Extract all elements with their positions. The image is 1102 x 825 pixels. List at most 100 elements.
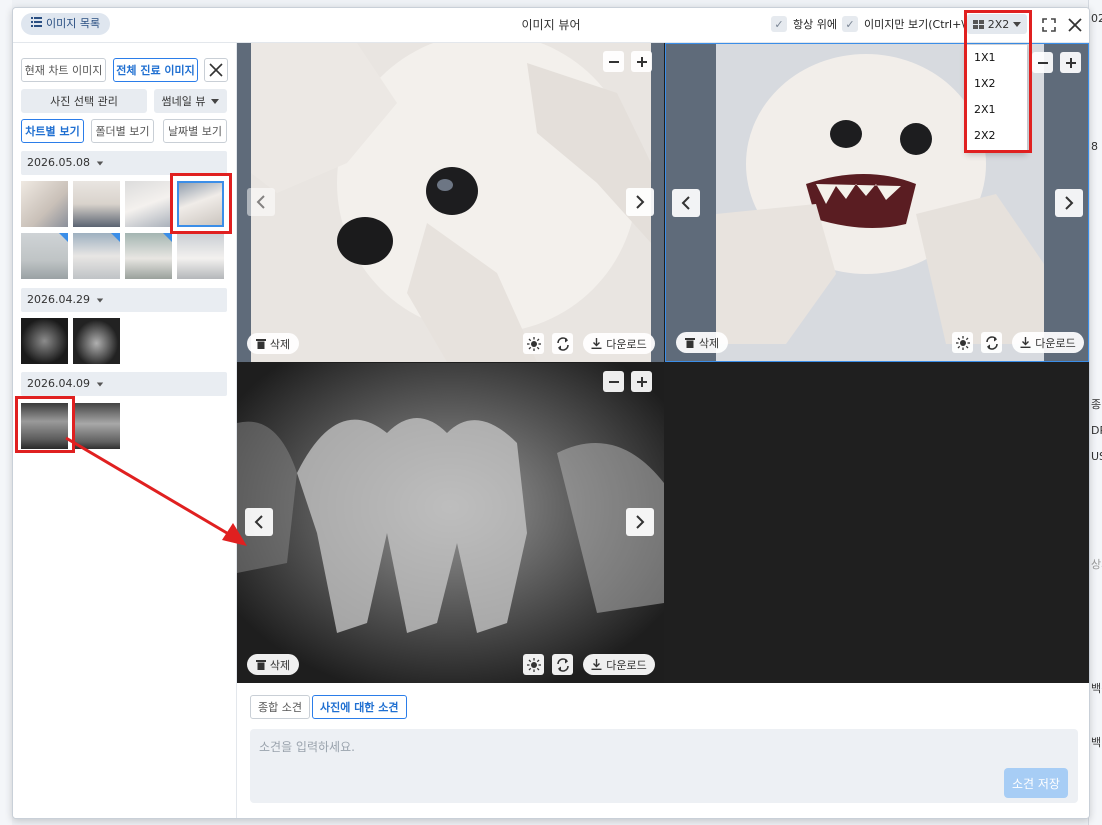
delete-button[interactable]: 삭제	[247, 333, 299, 354]
thumbnail-view-label: 썸네일 뷰	[161, 95, 206, 108]
layout-option-1x2[interactable]: 1X2	[966, 71, 1027, 97]
brightness-button[interactable]	[952, 332, 973, 353]
rotate-button[interactable]	[552, 333, 573, 354]
layout-option-1x1[interactable]: 1X1	[966, 45, 1027, 71]
zoom-out-button[interactable]	[1032, 52, 1053, 73]
close-icon	[209, 63, 223, 77]
chevron-left-icon	[254, 515, 263, 529]
image-thumbnail-selected[interactable]	[177, 181, 224, 227]
brightness-button[interactable]	[523, 333, 544, 354]
download-button[interactable]: 다운로드	[583, 654, 655, 675]
notes-input[interactable]	[250, 729, 1078, 803]
image-thumbnail[interactable]	[177, 233, 224, 279]
download-button[interactable]: 다운로드	[1012, 332, 1084, 353]
previous-image-button[interactable]	[247, 188, 275, 216]
current-chart-images-button[interactable]: 현재 차트 이미지	[21, 58, 106, 82]
tab-date-view[interactable]: 날짜별 보기	[163, 119, 227, 143]
chevron-right-icon	[636, 195, 645, 209]
list-icon	[31, 13, 42, 35]
layout-dropdown-menu: 1X1 1X2 2X1 2X2	[966, 45, 1027, 153]
plus-icon	[636, 376, 647, 387]
brightness-icon	[526, 657, 541, 672]
rotate-button[interactable]	[981, 332, 1002, 353]
bg-fragment: US	[1091, 450, 1102, 463]
xray-thumbnail[interactable]	[73, 403, 120, 449]
selected-corner-icon	[163, 233, 172, 242]
brightness-button[interactable]	[523, 654, 544, 675]
tab-chart-view[interactable]: 차트별 보기	[21, 119, 84, 143]
chevron-right-icon	[1065, 196, 1074, 210]
rotate-button[interactable]	[552, 654, 573, 675]
zoom-out-button[interactable]	[603, 51, 624, 72]
layout-option-2x1[interactable]: 2X1	[966, 97, 1027, 123]
date-group-label: 2026.04.29	[27, 293, 90, 306]
previous-image-button[interactable]	[245, 508, 273, 536]
download-icon	[591, 659, 602, 670]
xray-thumbnail-selected[interactable]	[21, 403, 68, 449]
bg-fragment: 종i	[1091, 398, 1102, 411]
zoom-in-button[interactable]	[631, 371, 652, 392]
zoom-in-button[interactable]	[1060, 52, 1081, 73]
selected-corner-icon	[59, 233, 68, 242]
image-thumbnail[interactable]	[73, 233, 120, 279]
all-record-images-button[interactable]: 전체 진료 이미지	[113, 58, 198, 82]
viewer-pane-4-empty[interactable]	[665, 363, 1089, 683]
notes-panel: 종합 소견 사진에 대한 소견 소견 저장	[237, 683, 1089, 818]
zoom-out-button[interactable]	[603, 371, 624, 392]
download-button[interactable]: 다운로드	[583, 333, 655, 354]
close-window-button[interactable]	[1064, 14, 1086, 36]
date-group-header[interactable]: 2026.04.29	[21, 288, 227, 312]
date-group-header[interactable]: 2026.05.08	[21, 151, 227, 175]
plus-icon	[1065, 57, 1076, 68]
image-only-checkbox[interactable]: ✓ 이미지만 보기(Ctrl+\)	[842, 16, 969, 32]
xray-thumbnail[interactable]	[21, 318, 68, 364]
next-image-button[interactable]	[626, 508, 654, 536]
tab-photo-notes[interactable]: 사진에 대한 소견	[312, 695, 407, 719]
tab-general-notes[interactable]: 종합 소견	[250, 695, 310, 719]
minus-icon	[608, 380, 619, 383]
image-list-label: 이미지 목록	[46, 17, 101, 30]
image-list-button[interactable]: 이미지 목록	[21, 13, 111, 35]
chevron-down-icon	[96, 382, 104, 386]
delete-label: 삭제	[698, 336, 720, 350]
previous-image-button[interactable]	[672, 189, 700, 217]
download-icon	[1020, 337, 1031, 348]
date-group-header[interactable]: 2026.04.09	[21, 372, 227, 396]
chevron-down-icon	[96, 161, 104, 165]
save-notes-button[interactable]: 소견 저장	[1004, 768, 1068, 798]
delete-button[interactable]: 삭제	[676, 332, 728, 353]
next-image-button[interactable]	[626, 188, 654, 216]
layout-select[interactable]: 2X2	[967, 14, 1027, 34]
close-sidebar-button[interactable]	[204, 58, 228, 82]
bg-fragment: 8	[1091, 140, 1098, 153]
zoom-in-button[interactable]	[631, 51, 652, 72]
image-thumbnail[interactable]	[21, 233, 68, 279]
delete-button[interactable]: 삭제	[247, 654, 299, 675]
download-icon	[591, 338, 602, 349]
always-on-top-checkbox[interactable]: ✓ 항상 위에	[771, 16, 837, 32]
photo-select-manage-button[interactable]: 사진 선택 관리	[21, 89, 147, 113]
image-thumbnail[interactable]	[125, 233, 172, 279]
xray-thumbnail[interactable]	[73, 318, 120, 364]
layout-option-2x2[interactable]: 2X2	[966, 123, 1027, 149]
chevron-left-icon	[681, 196, 690, 210]
download-label: 다운로드	[1035, 336, 1076, 350]
delete-label: 삭제	[269, 658, 291, 672]
thumbnail-view-select[interactable]: 썸네일 뷰	[154, 89, 227, 113]
brightness-icon	[526, 336, 541, 351]
image-thumbnail[interactable]	[21, 181, 68, 227]
tab-folder-view[interactable]: 폴더별 보기	[91, 119, 154, 143]
next-image-button[interactable]	[1055, 189, 1083, 217]
rotate-icon	[556, 336, 569, 351]
image-thumbnail[interactable]	[73, 181, 120, 227]
image-thumbnail[interactable]	[125, 181, 172, 227]
fullscreen-button[interactable]	[1038, 14, 1060, 36]
delete-label: 삭제	[269, 337, 291, 351]
bg-fragment: DR	[1091, 424, 1102, 437]
bg-fragment: 백...	[1091, 736, 1102, 749]
trash-icon	[684, 338, 695, 348]
dental-xray-image	[237, 363, 664, 683]
chevron-down-icon	[1013, 21, 1022, 27]
date-group-label: 2026.04.09	[27, 377, 90, 390]
rotate-icon	[556, 657, 569, 672]
